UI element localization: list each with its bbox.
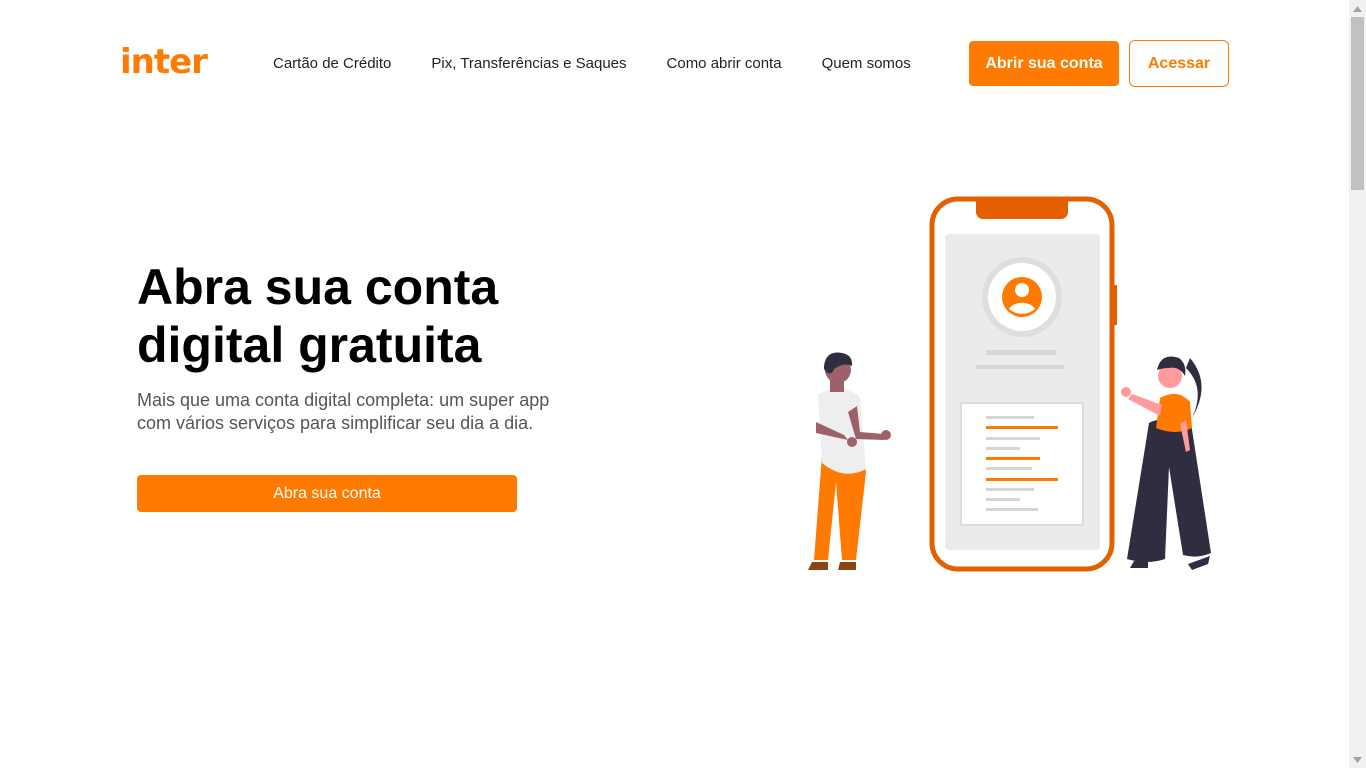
woman-figure [1121,356,1211,570]
scroll-down-arrow-icon[interactable] [1349,751,1366,768]
main-nav: Cartão de Crédito Pix, Transferências e … [273,54,911,74]
hero-subtitle-line2: com vários serviços para simplificar seu… [137,413,534,433]
hero-subtitle-line1: Mais que uma conta digital completa: um … [137,390,550,410]
hero-title-line2: digital gratuita [137,317,482,373]
nav-item-about-us[interactable]: Quem somos [822,54,911,74]
inter-logo[interactable]: inter [120,42,208,82]
phone-illustration [929,196,1117,572]
hero-open-account-button[interactable]: Abra sua conta [137,475,517,512]
nav-item-pix-transfers[interactable]: Pix, Transferências e Saques [431,54,626,74]
man-figure [808,352,891,570]
vertical-scrollbar[interactable] [1349,0,1366,768]
hero-illustration [808,196,1211,572]
hero-title-line1: Abra sua conta [137,259,499,315]
nav-item-how-to-open[interactable]: Como abrir conta [667,54,782,74]
hero-subtitle: Mais que uma conta digital completa: um … [137,389,607,435]
page: inter Cartão de Crédito Pix, Transferênc… [0,0,1349,768]
hero-title: Abra sua conta digital gratuita [137,258,617,374]
access-button[interactable]: Acessar [1129,40,1229,87]
open-account-button[interactable]: Abrir sua conta [969,41,1119,86]
scroll-up-arrow-icon[interactable] [1349,0,1366,17]
nav-item-credit-card[interactable]: Cartão de Crédito [273,54,391,74]
scrollbar-thumb[interactable] [1351,17,1364,190]
user-avatar-icon [1002,277,1042,317]
